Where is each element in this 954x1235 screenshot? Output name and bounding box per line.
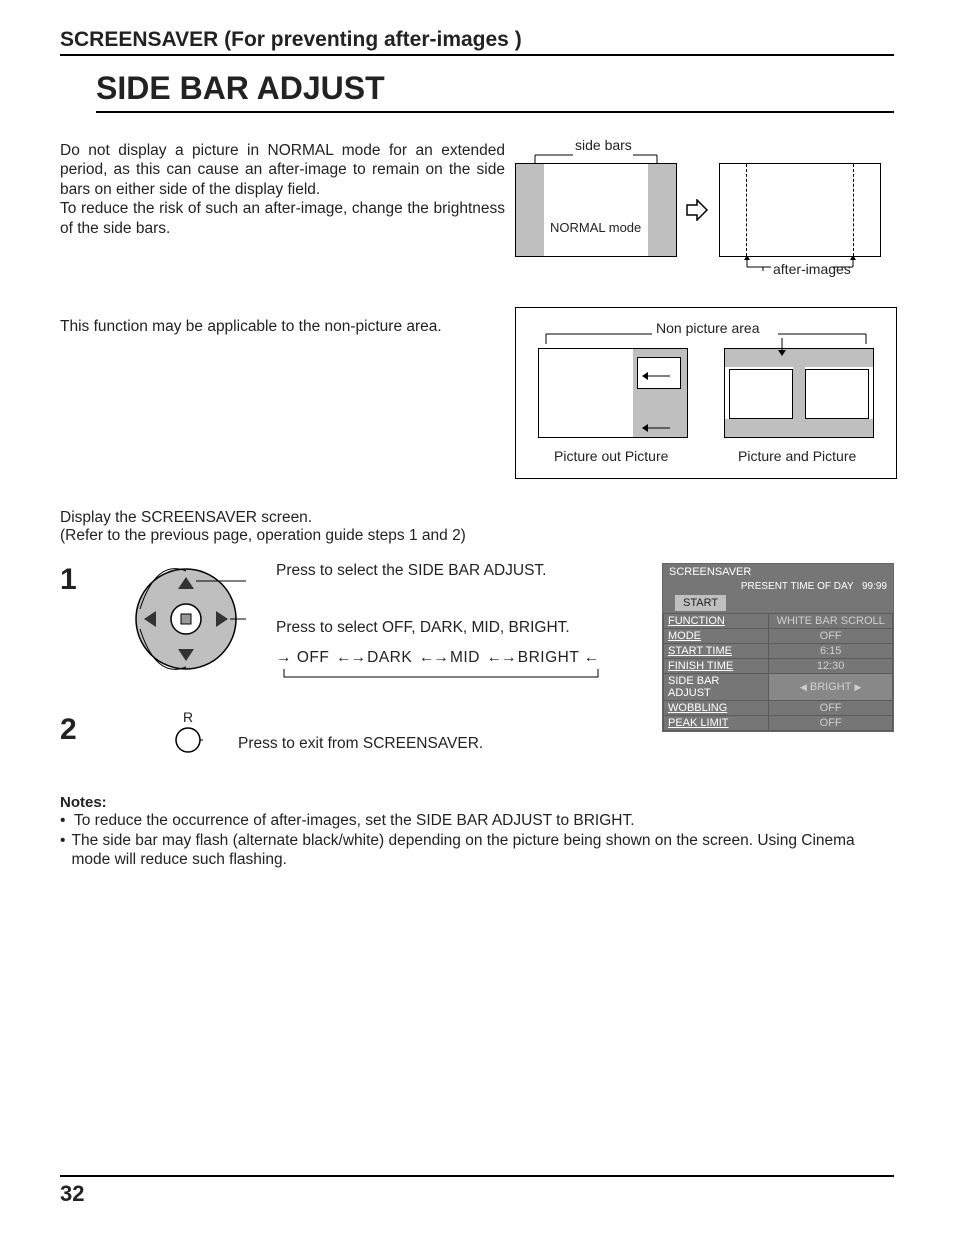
osd-start: START bbox=[675, 595, 726, 611]
step2-num: 2 bbox=[60, 709, 108, 747]
diagram-sidebars: side bars NORMAL mode bbox=[505, 141, 894, 281]
label-normal-mode: NORMAL mode bbox=[550, 220, 641, 235]
display-instruction: Display the SCREENSAVER screen. (Refer t… bbox=[60, 509, 894, 545]
osd-row5-val: OFF bbox=[769, 701, 893, 716]
osd-row4-val: ◀ BRIGHT ▶ bbox=[769, 674, 893, 701]
step1-line1: Press to select the SIDE BAR ADJUST. bbox=[276, 559, 606, 582]
arrow-right-icon bbox=[685, 199, 709, 221]
step1-cycle: → OFF ←→DARK ←→MID ←→BRIGHT ← bbox=[276, 646, 606, 669]
intro-text: Do not display a picture in NORMAL mode … bbox=[60, 141, 505, 281]
text-applicable: This function may be applicable to the n… bbox=[60, 317, 505, 336]
dpad-icon bbox=[126, 559, 246, 679]
osd-row3-label: FINISH TIME bbox=[668, 660, 733, 672]
osd-row2-val: 6:15 bbox=[769, 644, 893, 659]
row-applicable: This function may be applicable to the n… bbox=[60, 291, 894, 479]
osd-present-val: 99:99 bbox=[862, 581, 887, 592]
osd-row6-label: PEAK LIMIT bbox=[668, 717, 729, 729]
osd-present-label: PRESENT TIME OF DAY bbox=[741, 581, 854, 592]
display-line1: Display the SCREENSAVER screen. bbox=[60, 509, 894, 527]
intro-p1: Do not display a picture in NORMAL mode … bbox=[60, 141, 505, 199]
osd-col: SCREENSAVER PRESENT TIME OF DAY 99:99 ST… bbox=[630, 559, 894, 760]
intro-p2: To reduce the risk of such an after-imag… bbox=[60, 199, 505, 238]
step1-line2: Press to select OFF, DARK, MID, BRIGHT. bbox=[276, 616, 606, 639]
label-pop: Picture out Picture bbox=[554, 448, 668, 464]
r-button-icon: R bbox=[168, 709, 208, 760]
osd-table: FUNCTION WHITE BAR SCROLL MODE OFF START T… bbox=[663, 613, 893, 731]
cycle-return-icon bbox=[276, 669, 606, 683]
osd-menu: SCREENSAVER PRESENT TIME OF DAY 99:99 ST… bbox=[662, 563, 894, 732]
page-number: 32 bbox=[60, 1175, 894, 1207]
arrow-left-small-icon bbox=[642, 370, 672, 382]
step1-num: 1 bbox=[60, 559, 108, 597]
steps-row: 1 bbox=[60, 559, 894, 760]
arrow-left-small2-icon bbox=[642, 422, 672, 434]
osd-row0-label: FUNCTION bbox=[668, 615, 725, 627]
step-2: 2 R Press to exit from SCREENSAVER. bbox=[60, 709, 630, 760]
label-pap: Picture and Picture bbox=[738, 448, 856, 464]
page: SCREENSAVER (For preventing after-images… bbox=[0, 0, 954, 1235]
arrow-down-small-icon bbox=[776, 338, 788, 358]
page-title: SIDE BAR ADJUST bbox=[96, 70, 894, 113]
bracket-np-icon bbox=[536, 326, 876, 344]
notes: •To reduce the occurrence of after-image… bbox=[60, 811, 894, 870]
osd-title: SCREENSAVER bbox=[663, 564, 893, 580]
row-intro: Do not display a picture in NORMAL mode … bbox=[60, 141, 894, 281]
osd-row1-val: OFF bbox=[769, 629, 893, 644]
label-after-images: after-images bbox=[773, 261, 851, 277]
osd-row6-val: OFF bbox=[769, 716, 893, 731]
notes-head: Notes: bbox=[60, 794, 894, 811]
osd-row0-val: WHITE BAR SCROLL bbox=[769, 614, 893, 629]
step2-line: Press to exit from SCREENSAVER. bbox=[238, 732, 483, 755]
osd-row5-label: WOBBLING bbox=[668, 702, 727, 714]
display-line2: (Refer to the previous page, operation g… bbox=[60, 527, 894, 545]
osd-row1-label: MODE bbox=[668, 630, 701, 642]
note-2: The side bar may flash (alternate black/… bbox=[71, 831, 894, 871]
osd-row4-label: SIDE BAR ADJUST bbox=[664, 674, 769, 701]
osd-row3-val: 12:30 bbox=[769, 659, 893, 674]
step-1: 1 bbox=[60, 559, 630, 683]
note-1: To reduce the occurrence of after-images… bbox=[74, 811, 635, 831]
diagram-non-picture: Non picture area bbox=[515, 307, 897, 479]
osd-row2-label: START TIME bbox=[668, 645, 732, 657]
section-head: SCREENSAVER (For preventing after-images… bbox=[60, 28, 894, 56]
